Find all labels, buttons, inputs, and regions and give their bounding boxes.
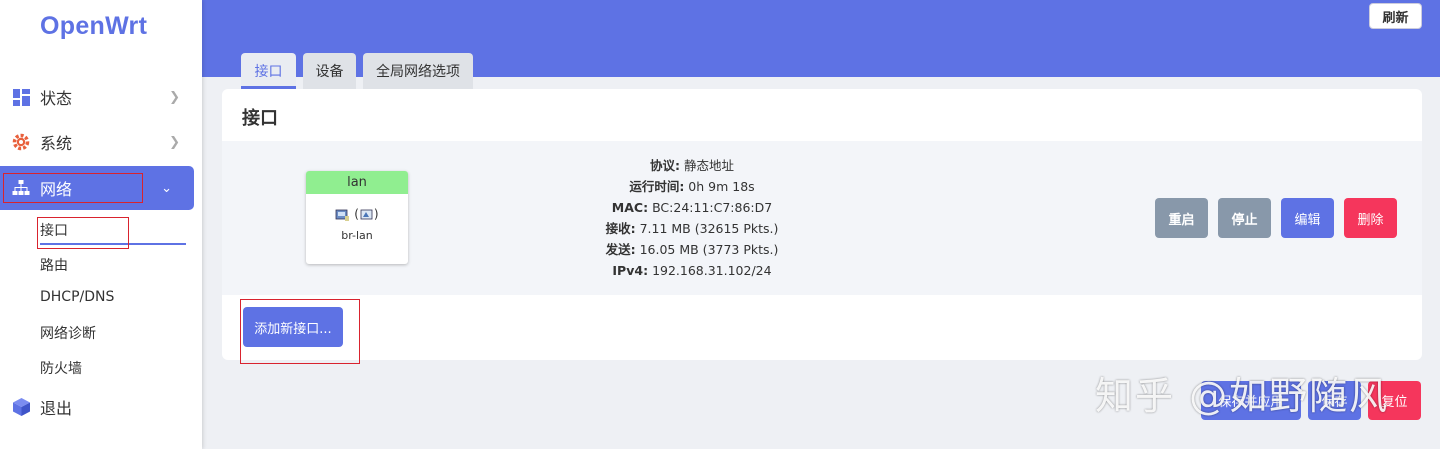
detail-rx: 接收: 7.11 MB (32615 Pkts.) — [605, 221, 779, 236]
stop-button[interactable]: 停止 — [1218, 198, 1271, 238]
sidebar-subitem-dhcp-dns[interactable]: DHCP/DNS — [40, 289, 114, 305]
card-title: 接口 — [242, 108, 278, 129]
sidebar-item-logout[interactable]: 退出 — [0, 385, 202, 429]
delete-button[interactable]: 删除 — [1344, 198, 1397, 238]
detail-ipv4: IPv4: 192.168.31.102/24 — [612, 263, 772, 278]
interface-device: br-lan — [341, 229, 373, 242]
device-icons: () — [306, 207, 408, 222]
chevron-right-icon: ❯ — [169, 89, 180, 105]
dashboard-icon — [12, 88, 30, 106]
tab-interfaces[interactable]: 接口 — [241, 53, 296, 89]
sidebar-item-label: 退出 — [40, 399, 73, 418]
tab-devices[interactable]: 设备 — [303, 53, 356, 89]
sidebar-item-network[interactable]: 网络 ⌄ — [0, 166, 194, 210]
sidebar-item-label: 系统 — [40, 134, 73, 153]
interface-details: 协议: 静态地址 运行时间: 0h 9m 18s MAC: BC:24:11:C… — [530, 155, 854, 281]
detail-mac: MAC: BC:24:11:C7:86:D7 — [611, 200, 773, 215]
add-interface-button[interactable]: 添加新接口... — [243, 307, 343, 347]
sidebar-subitem-diagnostics[interactable]: 网络诊断 — [40, 323, 96, 343]
network-tree-icon — [12, 179, 30, 197]
chevron-right-icon: ❯ — [169, 134, 180, 150]
detail-uptime: 运行时间: 0h 9m 18s — [629, 179, 755, 194]
bridge-close-paren: ) — [373, 207, 379, 221]
detail-protocol: 协议: 静态地址 — [650, 158, 734, 173]
ethernet-port-icon — [335, 209, 350, 221]
interface-name: lan — [306, 171, 408, 194]
sidebar-item-label: 状态 — [40, 89, 73, 108]
restart-button[interactable]: 重启 — [1155, 198, 1208, 238]
sidebar-subitem-interfaces[interactable]: 接口 — [40, 220, 68, 240]
sidebar-subitem-firewall[interactable]: 防火墙 — [40, 358, 82, 378]
refresh-button[interactable]: 刷新 — [1369, 3, 1422, 29]
watermark-text: 知乎 @如野随风 — [1095, 374, 1390, 418]
edit-button[interactable]: 编辑 — [1281, 198, 1334, 238]
interfaces-card: 接口 lan () br-lan 协议: 静态地址 运行时间: 0h 9m 18… — [222, 89, 1422, 364]
active-subitem-underline — [40, 243, 186, 245]
chevron-down-icon: ⌄ — [161, 180, 172, 196]
bridge-port-icon — [360, 209, 373, 219]
sidebar-item-system[interactable]: 系统 ❯ — [0, 120, 202, 164]
interface-row-lan: lan () br-lan 协议: 静态地址 运行时间: 0h 9m 18s M… — [222, 141, 1422, 295]
sidebar-item-status[interactable]: 状态 ❯ — [0, 75, 202, 119]
tab-global-network-options[interactable]: 全局网络选项 — [363, 53, 473, 89]
interface-badge: lan () br-lan — [306, 171, 408, 264]
detail-tx: 发送: 16.05 MB (3773 Pkts.) — [605, 242, 779, 257]
gear-icon — [12, 133, 30, 151]
openwrt-logo[interactable]: OpenWrt — [40, 12, 147, 41]
sidebar: OpenWrt 状态 ❯ 系统 ❯ 网络 ⌄ 接口 路由 DHCP/DNS 网络… — [0, 0, 202, 449]
cube-icon — [12, 398, 30, 416]
sidebar-subitem-routes[interactable]: 路由 — [40, 255, 68, 275]
sidebar-item-label: 网络 — [40, 180, 73, 199]
